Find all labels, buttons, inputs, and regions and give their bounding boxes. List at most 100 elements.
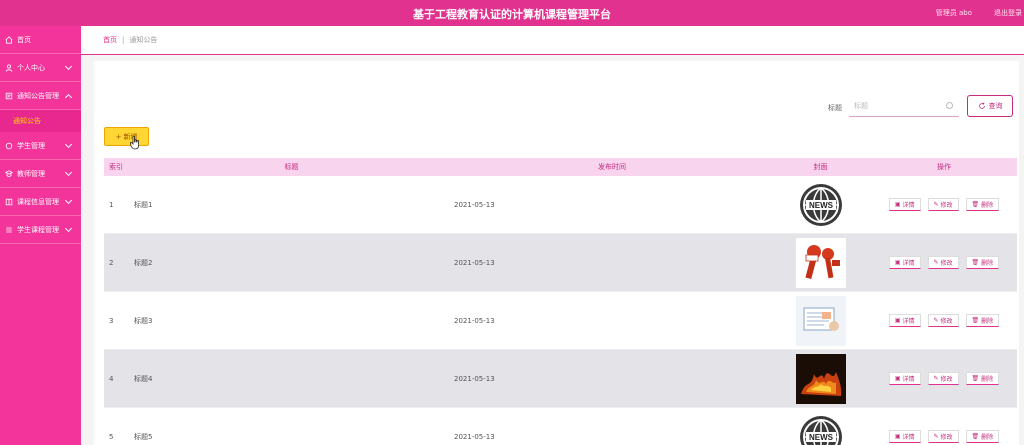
delete-label: 删除 bbox=[981, 202, 994, 209]
edit-icon: ✎ bbox=[933, 375, 939, 382]
delete-label: 删除 bbox=[981, 260, 994, 267]
row-cover bbox=[770, 237, 871, 288]
row-cover bbox=[770, 353, 871, 404]
breadcrumb-separator: | bbox=[122, 36, 125, 44]
row-date: 2021-05-13 bbox=[454, 374, 495, 383]
breadcrumb: 首页 | 通知公告 bbox=[81, 26, 1024, 55]
edit-button[interactable]: ✎ 修改 bbox=[927, 198, 959, 211]
row-title: 标题5 bbox=[134, 432, 153, 441]
book-icon bbox=[5, 198, 13, 205]
current-user: 管理员 abo bbox=[935, 9, 972, 17]
edit-button[interactable]: ✎ 修改 bbox=[927, 430, 959, 443]
detail-icon: ▣ bbox=[894, 259, 901, 266]
edit-icon: ✎ bbox=[933, 433, 939, 440]
sidebar-item-label: 通知公告管理 bbox=[17, 91, 59, 100]
refresh-icon bbox=[978, 102, 985, 109]
trash-icon: 🗑 bbox=[971, 259, 980, 266]
row-index: 5 bbox=[109, 432, 114, 441]
column-header-cover: 封面 bbox=[813, 163, 828, 171]
sidebar-item-home[interactable]: 首页 bbox=[0, 26, 81, 54]
edit-button[interactable]: ✎ 修改 bbox=[927, 256, 959, 269]
sidebar-subitem-notice[interactable]: 通知公告 bbox=[0, 110, 81, 132]
trash-icon: 🗑 bbox=[971, 375, 980, 382]
list-icon bbox=[6, 227, 12, 232]
sidebar-item-student-courses[interactable]: 学生课程管理 bbox=[0, 216, 81, 244]
row-title: 标题1 bbox=[134, 200, 153, 209]
delete-button[interactable]: 🗑 删除 bbox=[965, 372, 1000, 385]
edit-label: 修改 bbox=[940, 260, 953, 267]
sidebar-item-label: 课程信息管理 bbox=[17, 197, 59, 206]
search-input[interactable] bbox=[849, 95, 959, 117]
row-title: 标题3 bbox=[134, 316, 153, 325]
top-header: 基于工程教育认证的计算机课程管理平台 管理员 abo 退出登录 bbox=[0, 0, 1024, 26]
trash-icon: 🗑 bbox=[971, 317, 980, 324]
row-date: 2021-05-13 bbox=[454, 316, 495, 325]
logout-link[interactable]: 退出登录 bbox=[994, 8, 1022, 18]
delete-button[interactable]: 🗑 删除 bbox=[965, 198, 1000, 211]
chevron-down-icon bbox=[64, 62, 73, 71]
detail-button[interactable]: ▣ 详情 bbox=[888, 198, 921, 211]
row-date: 2021-05-13 bbox=[454, 432, 495, 441]
row-cover bbox=[770, 295, 871, 346]
chevron-down-icon bbox=[64, 224, 73, 233]
search-icon bbox=[946, 102, 953, 109]
add-button[interactable]: + 新增 bbox=[104, 127, 149, 146]
query-button[interactable]: 查询 bbox=[967, 95, 1013, 117]
table-header: 索引 标题 发布时间 封面 操作 bbox=[104, 158, 1017, 176]
query-button-label: 查询 bbox=[988, 102, 1003, 110]
sidebar-item-label: 个人中心 bbox=[17, 63, 45, 72]
row-date: 2021-05-13 bbox=[454, 258, 495, 267]
sidebar-item-students[interactable]: 学生管理 bbox=[0, 132, 81, 160]
sidebar: 首页 个人中心 通知公告管理 通知公告 学生管理 教师管理 课程信息管理 学生课… bbox=[0, 26, 81, 445]
edit-icon: ✎ bbox=[933, 317, 939, 324]
teacher-icon bbox=[5, 169, 13, 177]
breadcrumb-home[interactable]: 首页 bbox=[103, 35, 117, 45]
detail-button[interactable]: ▣ 详情 bbox=[888, 372, 921, 385]
sidebar-item-notice-manage[interactable]: 通知公告管理 bbox=[0, 82, 81, 110]
news-globe-icon: NEWS bbox=[799, 415, 842, 445]
delete-label: 删除 bbox=[981, 376, 994, 383]
row-actions: ▣ 详情 ✎ 修改 🗑 删除 bbox=[871, 256, 1017, 269]
sidebar-item-label: 学生课程管理 bbox=[17, 225, 59, 234]
search-label: 标题 bbox=[828, 104, 842, 112]
column-header-title: 标题 bbox=[284, 163, 299, 171]
row-index: 4 bbox=[109, 374, 114, 383]
edit-label: 修改 bbox=[940, 202, 953, 209]
detail-icon: ▣ bbox=[894, 375, 901, 382]
detail-label: 详情 bbox=[902, 202, 915, 209]
sidebar-item-courses[interactable]: 课程信息管理 bbox=[0, 188, 81, 216]
detail-button[interactable]: ▣ 详情 bbox=[888, 430, 921, 443]
svg-text:NEWS: NEWS bbox=[809, 201, 834, 210]
table-row: 4 标题4 2021-05-13 ▣ 详情 ✎ 修改 🗑 删除 bbox=[104, 350, 1017, 408]
edit-label: 修改 bbox=[940, 434, 953, 441]
detail-label: 详情 bbox=[902, 434, 915, 441]
delete-button[interactable]: 🗑 删除 bbox=[965, 314, 1000, 327]
sidebar-item-label: 学生管理 bbox=[17, 141, 45, 150]
chevron-down-icon bbox=[64, 196, 73, 205]
app-title: 基于工程教育认证的计算机课程管理平台 bbox=[413, 8, 611, 21]
sidebar-item-teachers[interactable]: 教师管理 bbox=[0, 160, 81, 188]
edit-button[interactable]: ✎ 修改 bbox=[927, 314, 959, 327]
detail-button[interactable]: ▣ 详情 bbox=[888, 256, 921, 269]
delete-label: 删除 bbox=[981, 434, 994, 441]
edit-icon: ✎ bbox=[933, 259, 939, 266]
row-cover: NEWS bbox=[770, 412, 871, 445]
row-actions: ▣ 详情 ✎ 修改 🗑 删除 bbox=[871, 430, 1017, 443]
chevron-down-icon bbox=[64, 168, 73, 177]
edit-icon: ✎ bbox=[933, 201, 939, 208]
trash-icon: 🗑 bbox=[971, 433, 980, 440]
bell-icon bbox=[5, 92, 13, 99]
detail-label: 详情 bbox=[902, 376, 915, 383]
delete-button[interactable]: 🗑 删除 bbox=[965, 430, 1000, 443]
row-title: 标题4 bbox=[134, 374, 153, 383]
column-header-actions: 操作 bbox=[937, 163, 951, 171]
delete-button[interactable]: 🗑 删除 bbox=[965, 256, 1000, 269]
detail-button[interactable]: ▣ 详情 bbox=[888, 314, 921, 327]
detail-icon: ▣ bbox=[894, 201, 901, 208]
column-header-date: 发布时间 bbox=[598, 163, 626, 171]
microphones-icon bbox=[795, 237, 846, 288]
sidebar-item-profile[interactable]: 个人中心 bbox=[0, 54, 81, 82]
sidebar-item-label: 首页 bbox=[17, 35, 31, 44]
user-icon bbox=[5, 64, 13, 72]
edit-button[interactable]: ✎ 修改 bbox=[927, 372, 959, 385]
